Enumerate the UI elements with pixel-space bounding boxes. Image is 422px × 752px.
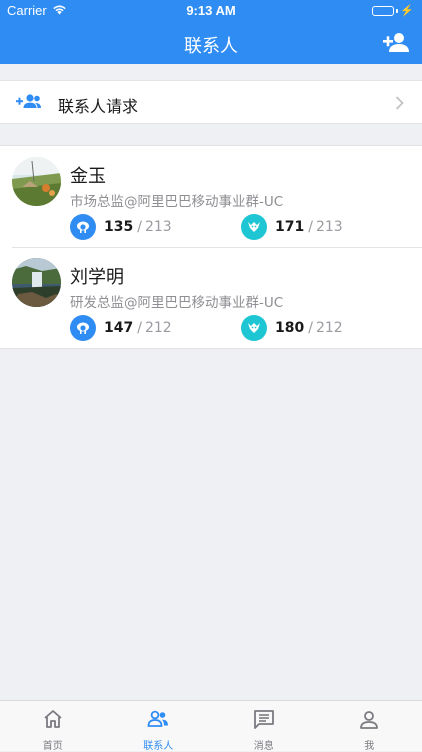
tab-bar: 首页 联系人 消息 我 <box>0 700 422 751</box>
stat-sheep: 147 / 212 <box>70 315 172 341</box>
avatar <box>12 258 61 307</box>
group-add-icon <box>16 92 42 116</box>
home-icon <box>42 709 64 733</box>
sheep-icon <box>70 214 96 240</box>
tab-contacts[interactable]: 联系人 <box>106 701 212 751</box>
person-add-icon <box>382 30 410 56</box>
tab-messages[interactable]: 消息 <box>211 701 317 751</box>
contact-title: 研发总监@阿里巴巴移动事业群-UC <box>70 291 283 311</box>
stat-sheep: 135 / 213 <box>70 214 172 240</box>
stat-total: 213 <box>316 219 343 235</box>
contact-requests-row[interactable]: 联系人请求 <box>0 80 422 124</box>
contact-name: 金玉 <box>70 162 106 188</box>
contact-item[interactable]: 金玉 市场总监@阿里巴巴移动事业群-UC 135 / 213 171 / 213 <box>0 146 422 247</box>
status-bar: Carrier 9:13 AM ⚡ <box>0 0 422 22</box>
tab-profile[interactable]: 我 <box>317 701 422 751</box>
contacts-icon <box>146 709 170 733</box>
stat-total: 213 <box>145 219 172 235</box>
stat-separator: / <box>308 320 313 336</box>
stat-separator: / <box>137 219 142 235</box>
stat-value: 171 <box>275 219 304 235</box>
contact-requests-label: 联系人请求 <box>58 93 138 117</box>
profile-icon <box>358 709 380 735</box>
add-contact-button[interactable] <box>382 30 410 56</box>
goat-icon <box>241 315 267 341</box>
sheep-icon <box>70 315 96 341</box>
stat-total: 212 <box>316 320 343 336</box>
chevron-right-icon <box>395 95 404 114</box>
nav-bar: 联系人 <box>0 22 422 64</box>
tab-home[interactable]: 首页 <box>0 701 106 751</box>
contact-name: 刘学明 <box>70 263 124 289</box>
battery-icon: ⚡ <box>372 4 414 17</box>
stat-total: 212 <box>145 320 172 336</box>
contact-list: 金玉 市场总监@阿里巴巴移动事业群-UC 135 / 213 171 / 213 <box>0 145 422 349</box>
status-time: 9:13 AM <box>0 3 422 18</box>
stat-value: 147 <box>104 320 133 336</box>
goat-icon <box>241 214 267 240</box>
contact-title: 市场总监@阿里巴巴移动事业群-UC <box>70 190 283 210</box>
message-icon <box>253 709 275 735</box>
stat-goat: 171 / 213 <box>241 214 343 240</box>
page-title: 联系人 <box>0 32 422 58</box>
stat-separator: / <box>308 219 313 235</box>
stat-value: 135 <box>104 219 133 235</box>
stat-separator: / <box>137 320 142 336</box>
avatar <box>12 157 61 206</box>
stat-goat: 180 / 212 <box>241 315 343 341</box>
contact-item[interactable]: 刘学明 研发总监@阿里巴巴移动事业群-UC 147 / 212 180 / 21… <box>0 247 422 348</box>
stat-value: 180 <box>275 320 304 336</box>
